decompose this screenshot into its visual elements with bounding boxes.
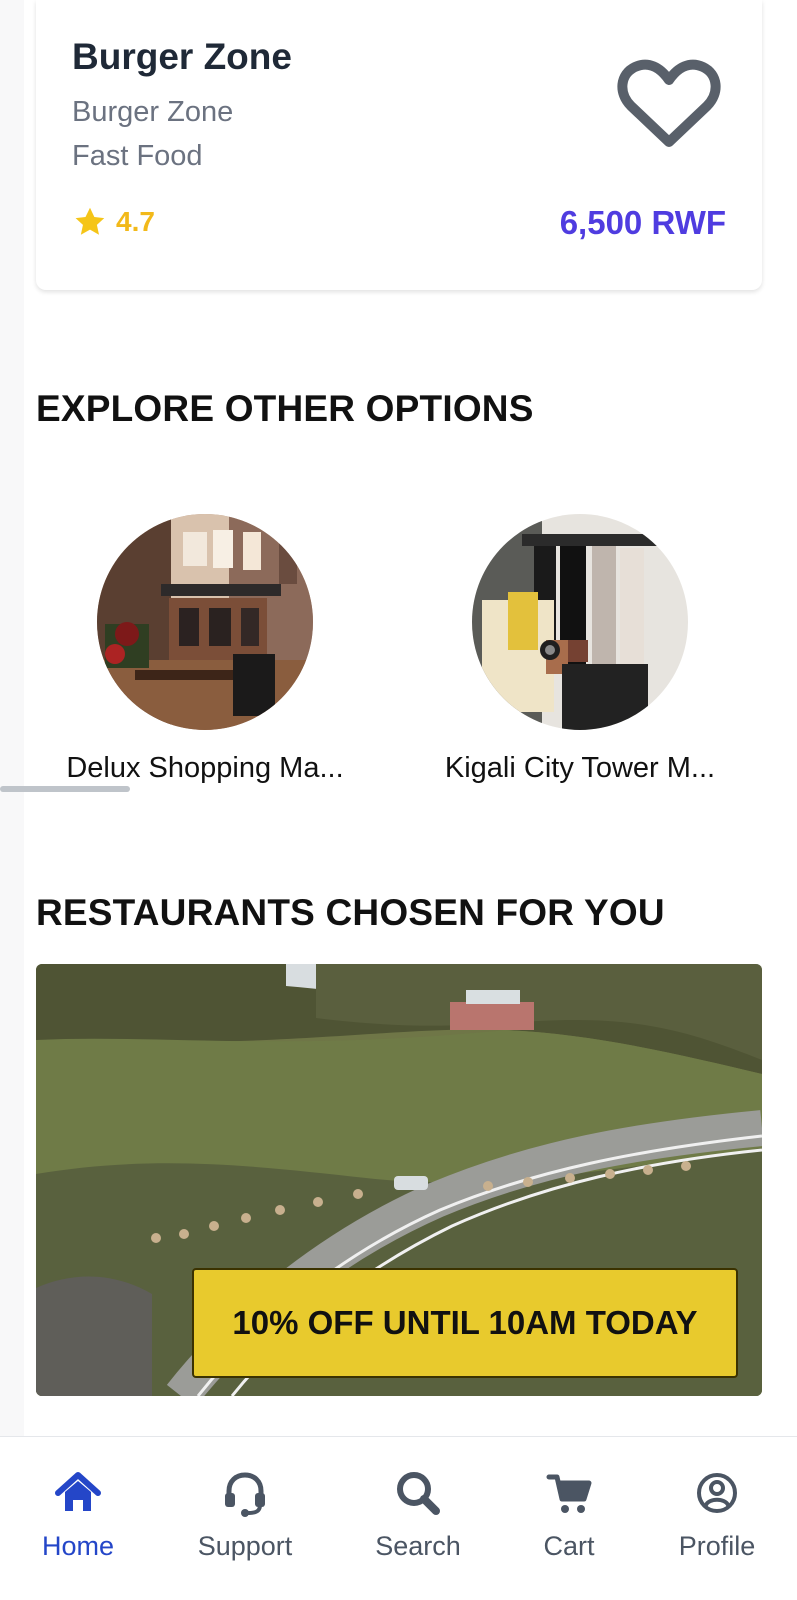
nav-profile[interactable]: Profile — [642, 1465, 792, 1562]
rating: 4.7 — [72, 204, 155, 240]
heart-icon[interactable] — [614, 56, 724, 156]
nav-label-home: Home — [41, 1531, 115, 1561]
restaurants-section-title: RESTAURANTS CHOSEN FOR YOU — [36, 892, 665, 933]
nav-label-profile: Profile — [678, 1531, 756, 1561]
star-icon — [75, 207, 105, 235]
headset-icon — [225, 1472, 265, 1517]
product-name: Burger Zone — [72, 36, 292, 77]
bottom-navigation: Home Support Search Cart Profile — [0, 1436, 797, 1600]
restaurant-name: Burger Zone — [72, 96, 234, 128]
product-price: 6,500 RWF — [559, 204, 726, 241]
horizontal-scroll-indicator[interactable] — [0, 786, 130, 792]
cart-icon — [546, 1474, 592, 1513]
product-card[interactable]: Burger Zone Burger Zone Fast Food 4.7 6,… — [36, 0, 762, 290]
restaurant-banner[interactable]: 10% OFF UNTIL 10AM TODAY — [36, 964, 762, 1396]
nav-support[interactable]: Support — [170, 1465, 320, 1562]
delux-mall-image — [97, 514, 313, 730]
nav-cart[interactable]: Cart — [494, 1465, 644, 1562]
app-screen: Burger Zone Burger Zone Fast Food 4.7 6,… — [0, 0, 797, 1600]
nav-label-support: Support — [197, 1531, 293, 1561]
rating-value: 4.7 — [116, 206, 155, 237]
home-icon — [55, 1472, 101, 1511]
product-category: Fast Food — [72, 140, 203, 172]
kigali-city-tower-image — [472, 514, 688, 730]
explore-option-delux[interactable]: Delux Shopping Ma... — [30, 514, 380, 785]
nav-label-cart: Cart — [543, 1531, 595, 1561]
nav-label-search: Search — [375, 1531, 461, 1561]
explore-option-kigali-city-tower[interactable]: Kigali City Tower M... — [405, 514, 755, 785]
nav-home[interactable]: Home — [3, 1465, 153, 1562]
option-label: Kigali City Tower M... — [444, 752, 716, 784]
nav-search[interactable]: Search — [343, 1465, 493, 1562]
search-icon — [397, 1472, 440, 1515]
discount-promo-label: 10% OFF UNTIL 10AM TODAY — [192, 1268, 738, 1378]
explore-section-title: EXPLORE OTHER OPTIONS — [36, 388, 534, 429]
profile-icon — [697, 1473, 737, 1513]
option-label: Delux Shopping Ma... — [66, 752, 344, 784]
